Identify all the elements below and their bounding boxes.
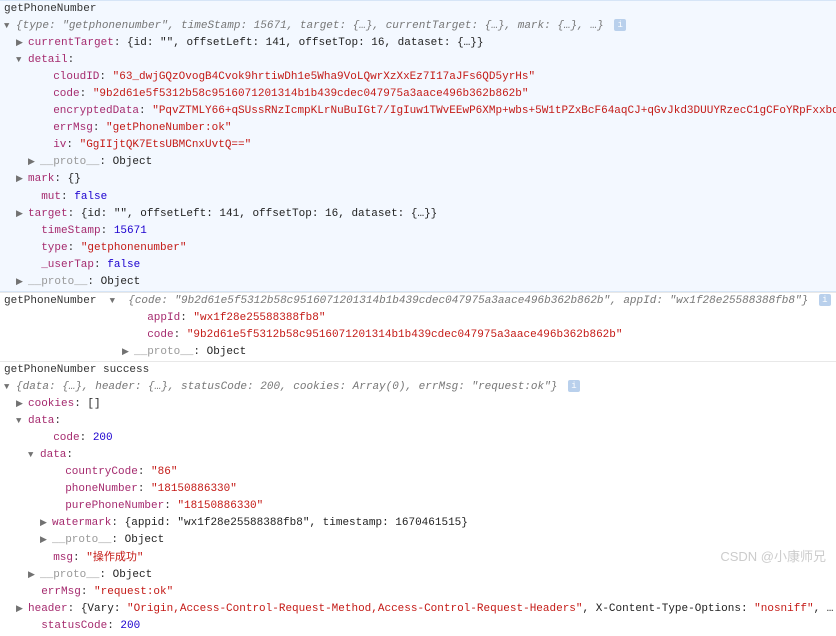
prop-encryptedData: encryptedData: "PqvZTMLY66+qSUssRNzIcmpK… [28,103,836,120]
prop-detail[interactable]: detail: [16,52,836,69]
prop-proto[interactable]: __proto__: Object [122,344,836,361]
prop-countryCode: countryCode: "86" [40,464,836,481]
prop-errMsg: errMsg: "getPhoneNumber:ok" [28,120,836,137]
expand-caret[interactable] [16,413,28,430]
expand-caret[interactable] [28,447,40,464]
prop-header[interactable]: header: {Vary: "Origin,Access-Control-Re… [16,601,836,618]
expand-caret[interactable] [16,274,28,291]
expand-caret[interactable] [40,515,52,532]
log-label: getPhoneNumber [4,295,96,307]
prop-type: type: "getphonenumber" [16,240,836,257]
log-label: getPhoneNumber [4,1,836,18]
prop-cookies[interactable]: cookies: [] [16,396,836,413]
console-entry-2: getPhoneNumber {code: "9b2d61e5f5312b58c… [0,292,836,361]
expand-caret[interactable] [28,567,40,584]
prop-mut: mut: false [16,189,836,206]
info-icon[interactable]: i [819,294,831,306]
object-summary[interactable]: {type: "getphonenumber", timeStamp: 1567… [4,18,836,35]
expand-caret[interactable] [122,344,134,361]
console-entry-1: getPhoneNumber {type: "getphonenumber", … [0,0,836,292]
prop-currentTarget[interactable]: currentTarget: {id: "", offsetLeft: 141,… [16,35,836,52]
prop-errMsg: errMsg: "request:ok" [16,584,836,601]
prop-target[interactable]: target: {id: "", offsetLeft: 141, offset… [16,206,836,223]
prop-code200: code: 200 [28,430,836,447]
prop-cloudID: cloudID: "63_dwjGQzOvogB4Cvok9hrtiwDh1e5… [28,69,836,86]
expand-caret[interactable] [16,396,28,413]
prop-msg: msg: "操作成功" [28,550,836,567]
expand-caret[interactable] [28,154,40,171]
info-icon[interactable]: i [568,380,580,392]
prop-data[interactable]: data: [16,413,836,430]
info-icon[interactable]: i [614,19,626,31]
prop-userTap: _userTap: false [16,257,836,274]
object-summary[interactable]: {data: {…}, header: {…}, statusCode: 200… [4,379,836,396]
expand-caret[interactable] [16,52,28,69]
log-label: getPhoneNumber success [4,362,836,379]
prop-purePhoneNumber: purePhoneNumber: "18150886330" [40,498,836,515]
prop-code: code: "9b2d61e5f5312b58c9516071201314b1b… [28,86,836,103]
prop-iv: iv: "GgIIjtQK7EtsUBMCnxUvtQ==" [28,137,836,154]
expand-caret[interactable] [16,35,28,52]
prop-proto[interactable]: __proto__: Object [28,567,836,584]
prop-proto[interactable]: __proto__: Object [16,274,836,291]
prop-phoneNumber: phoneNumber: "18150886330" [40,481,836,498]
expand-caret[interactable] [110,293,122,310]
prop-mark[interactable]: mark: {} [16,171,836,188]
expand-caret[interactable] [16,206,28,223]
expand-caret[interactable] [40,532,52,549]
prop-timeStamp: timeStamp: 15671 [16,223,836,240]
prop-proto[interactable]: __proto__: Object [40,532,836,549]
expand-caret[interactable] [4,379,16,396]
prop-appId: appId: "wx1f28e25588388fb8" [122,310,836,327]
expand-caret[interactable] [16,171,28,188]
prop-data-inner[interactable]: data: [28,447,836,464]
prop-proto[interactable]: __proto__: Object [28,154,836,171]
expand-caret[interactable] [16,601,28,618]
prop-statusCode: statusCode: 200 [16,618,836,635]
console-entry-3: getPhoneNumber success {data: {…}, heade… [0,361,836,635]
prop-code: code: "9b2d61e5f5312b58c9516071201314b1b… [122,327,836,344]
expand-caret[interactable] [4,18,16,35]
prop-watermark[interactable]: watermark: {appid: "wx1f28e25588388fb8",… [40,515,836,532]
